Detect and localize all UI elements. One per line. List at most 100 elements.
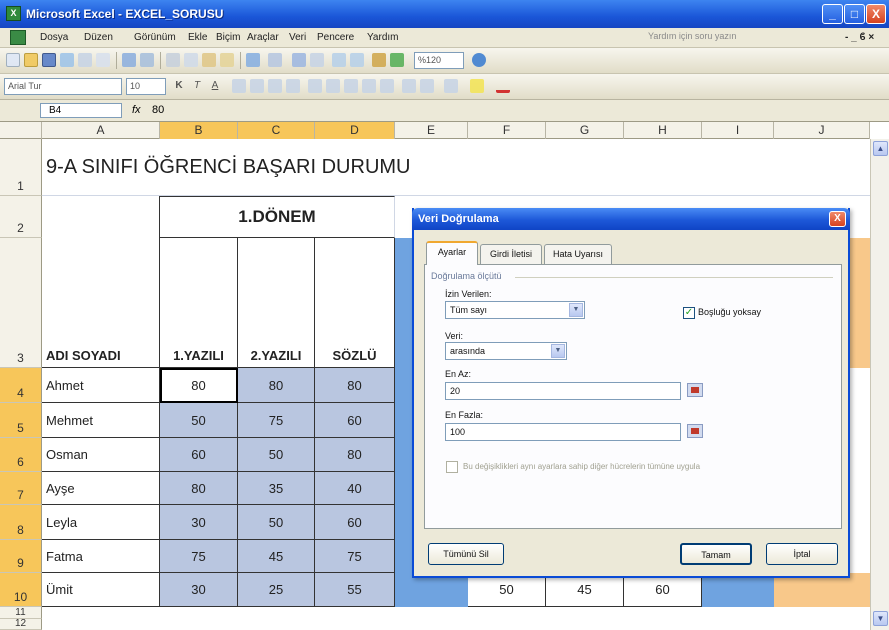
row-header-7[interactable]: 7 (0, 472, 42, 505)
maximum-input[interactable]: 100 (445, 423, 681, 441)
sozlu-cell[interactable]: 80 (315, 368, 395, 403)
sozlu-cell[interactable]: 75 (315, 540, 395, 573)
row-header-5[interactable]: 5 (0, 403, 42, 438)
sort-descending-icon[interactable] (350, 53, 364, 67)
select-all-corner[interactable] (0, 122, 42, 139)
yazili-2-cell[interactable]: 80 (238, 368, 315, 403)
help-icon[interactable] (472, 53, 486, 67)
column-header-i[interactable]: I (702, 122, 774, 139)
column-header-a[interactable]: A (42, 122, 160, 139)
yazili-2-cell[interactable]: 50 (238, 438, 315, 472)
tab-ayarlar[interactable]: Ayarlar (426, 241, 478, 265)
ignore-blank-checkbox[interactable]: ✓ (683, 307, 695, 319)
yazili-2-cell[interactable]: 45 (238, 540, 315, 573)
cell-h10[interactable]: 60 (624, 573, 702, 607)
clear-all-button[interactable]: Tümünü Sil (428, 543, 504, 565)
scroll-down-arrow-icon[interactable]: ▼ (873, 611, 888, 626)
yazili-2-cell[interactable]: 25 (238, 573, 315, 607)
print-preview-icon[interactable] (96, 53, 110, 67)
name-box[interactable]: B4 (40, 103, 122, 118)
minimum-input[interactable]: 20 (445, 382, 681, 400)
column-header-c[interactable]: C (238, 122, 315, 139)
copy-icon[interactable] (184, 53, 198, 67)
sort-ascending-icon[interactable] (332, 53, 346, 67)
redo-icon[interactable] (268, 53, 282, 67)
paste-icon[interactable] (202, 53, 216, 67)
yazili-2-cell[interactable]: 35 (238, 472, 315, 505)
period-header-cell[interactable]: 1.DÖNEM (160, 196, 395, 238)
menu-araclar[interactable]: Araçlar (247, 32, 279, 43)
print-icon[interactable] (78, 53, 92, 67)
yazili-2-cell[interactable]: 75 (238, 403, 315, 438)
decrease-indent-icon[interactable] (402, 79, 416, 93)
column-header-b[interactable]: B (160, 122, 238, 139)
spelling-icon[interactable] (122, 53, 136, 67)
maximize-button[interactable]: □ (844, 4, 865, 24)
student-name-cell[interactable]: Fatma (42, 540, 160, 573)
align-center-icon[interactable] (250, 79, 264, 93)
vertical-scrollbar[interactable]: ▲ ▼ (870, 139, 889, 630)
minimize-button[interactable]: _ (822, 4, 843, 24)
chart-wizard-icon[interactable] (372, 53, 386, 67)
header-yazili-2[interactable]: 2.YAZILI (238, 238, 315, 368)
yazili-1-cell[interactable]: 80 (160, 472, 238, 505)
row-header-9[interactable]: 9 (0, 540, 42, 573)
row-header-6[interactable]: 6 (0, 438, 42, 472)
sozlu-cell[interactable]: 60 (315, 403, 395, 438)
yazili-1-cell[interactable]: 60 (160, 438, 238, 472)
column-header-f[interactable]: F (468, 122, 546, 139)
borders-icon[interactable] (444, 79, 458, 93)
excel-app-icon[interactable]: X (6, 6, 21, 21)
research-icon[interactable] (140, 53, 154, 67)
format-painter-icon[interactable] (220, 53, 234, 67)
cancel-button[interactable]: İptal (766, 543, 838, 565)
autosum-icon[interactable] (310, 53, 324, 67)
sozlu-cell[interactable]: 55 (315, 573, 395, 607)
merge-center-icon[interactable] (286, 79, 300, 93)
tab-girdi-iletisi[interactable]: Girdi İletisi (480, 244, 542, 264)
font-name-select[interactable]: Arial Tur (4, 78, 122, 95)
menu-veri[interactable]: Veri (289, 32, 306, 43)
align-right-icon[interactable] (268, 79, 282, 93)
row-header-4[interactable]: 4 (0, 368, 42, 403)
hyperlink-icon[interactable] (292, 53, 306, 67)
row-header-12[interactable]: 12 (0, 618, 42, 630)
column-header-d[interactable]: D (315, 122, 395, 139)
header-yazili-1[interactable]: 1.YAZILI (160, 238, 238, 368)
cell-e10[interactable] (395, 573, 468, 607)
data-select[interactable]: arasında ▼ (445, 342, 567, 360)
italic-icon[interactable]: T (190, 79, 204, 93)
yazili-2-cell[interactable]: 50 (238, 505, 315, 540)
save-icon[interactable] (42, 53, 56, 67)
yazili-1-cell[interactable]: 80 (160, 368, 238, 403)
menu-pencere[interactable]: Pencere (317, 32, 354, 43)
new-icon[interactable] (6, 53, 20, 67)
cell-g10[interactable]: 45 (546, 573, 624, 607)
menu-yardim[interactable]: Yardım (367, 32, 399, 43)
font-color-icon[interactable] (496, 79, 510, 93)
menu-duzen[interactable]: Düzen (84, 32, 113, 43)
menu-gorunum[interactable]: Görünüm (134, 32, 176, 43)
currency-icon[interactable] (308, 79, 322, 93)
decrease-decimal-icon[interactable] (380, 79, 394, 93)
function-icon[interactable]: fx (132, 104, 141, 116)
student-name-cell[interactable]: Ayşe (42, 472, 160, 505)
sozlu-cell[interactable]: 60 (315, 505, 395, 540)
header-sozlu[interactable]: SÖZLÜ (315, 238, 395, 368)
student-name-cell[interactable]: Leyla (42, 505, 160, 540)
font-size-select[interactable]: 10 (126, 78, 166, 95)
close-window-button[interactable]: X (866, 4, 886, 24)
cell-j10[interactable] (774, 573, 870, 607)
row-header-8[interactable]: 8 (0, 505, 42, 540)
apply-all-checkbox[interactable] (446, 461, 458, 473)
yazili-1-cell[interactable]: 50 (160, 403, 238, 438)
student-name-cell[interactable]: Ahmet (42, 368, 160, 403)
student-name-cell[interactable]: Ümit (42, 573, 160, 607)
menu-bicim[interactable]: Biçim (216, 32, 240, 43)
data-dropdown-arrow-icon[interactable]: ▼ (551, 344, 565, 358)
column-header-g[interactable]: G (546, 122, 624, 139)
allow-dropdown-arrow-icon[interactable]: ▼ (569, 303, 583, 317)
fill-color-icon[interactable] (470, 79, 484, 93)
cell-i10[interactable] (702, 573, 774, 607)
workbook-icon[interactable] (10, 30, 26, 45)
